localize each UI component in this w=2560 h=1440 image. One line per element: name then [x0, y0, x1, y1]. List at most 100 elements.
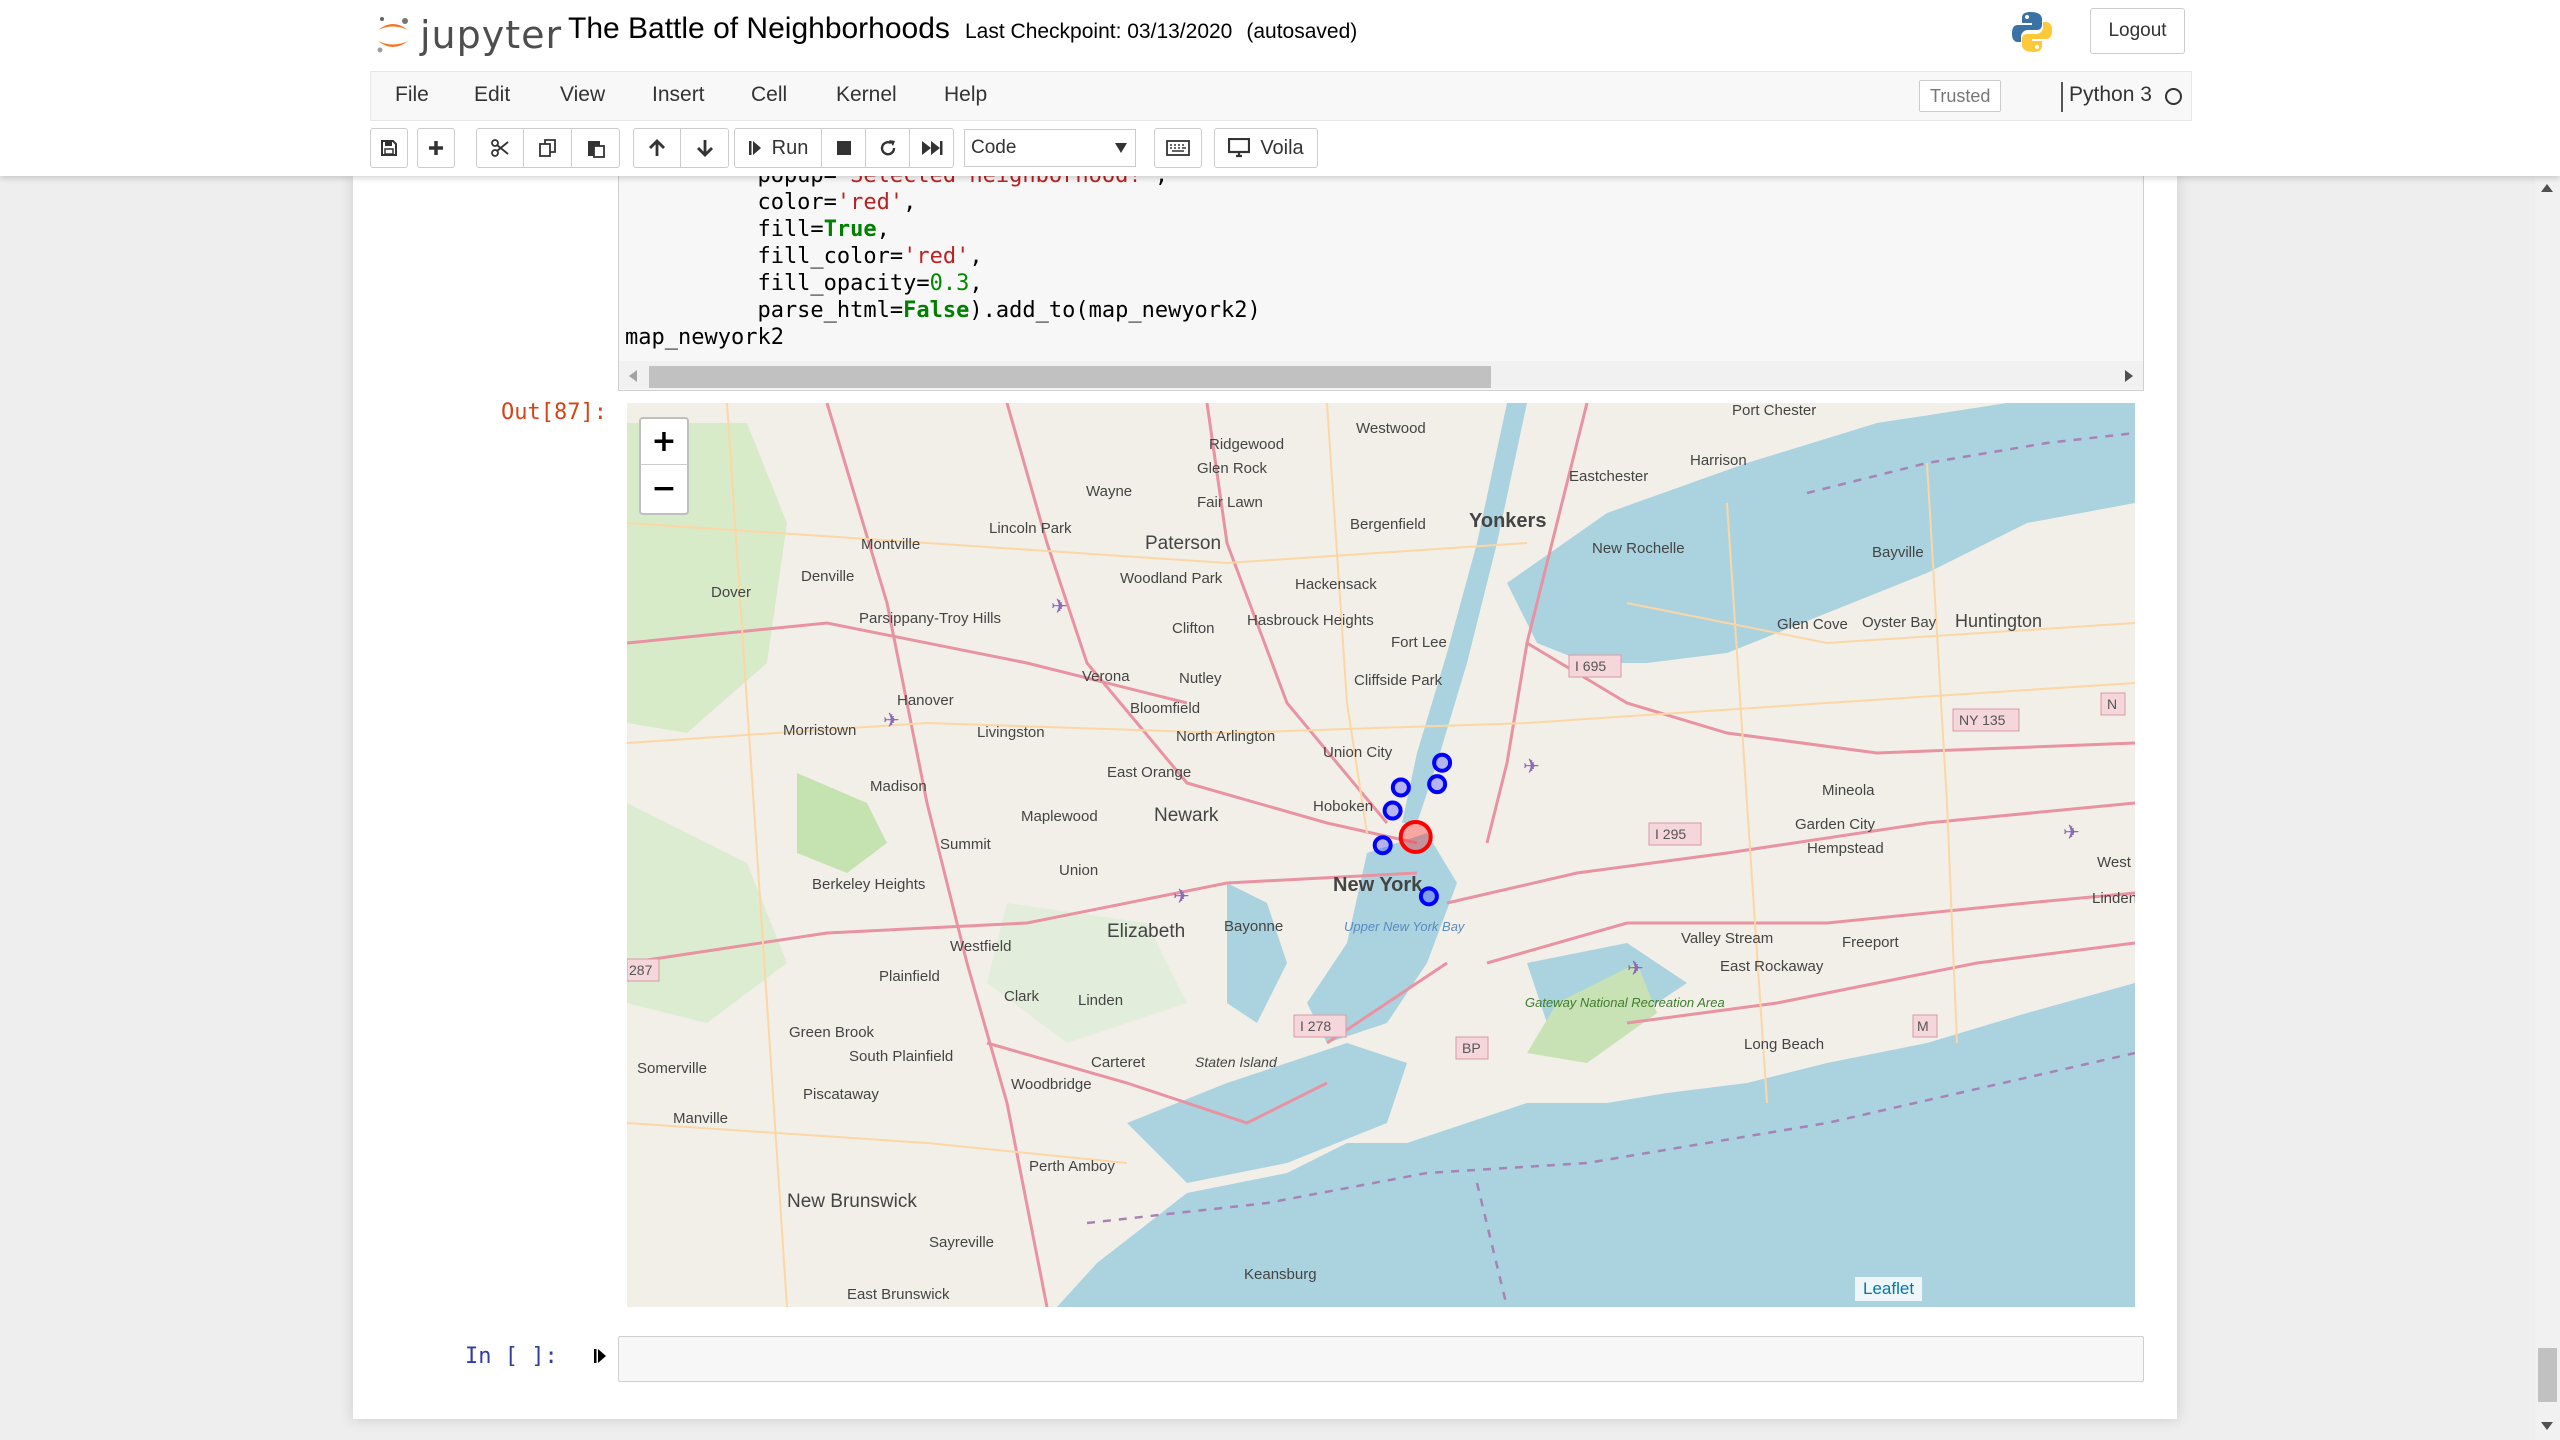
interrupt-button[interactable] — [822, 128, 866, 168]
save-button[interactable] — [370, 128, 408, 168]
shield-label: I 695 — [1575, 658, 1606, 674]
map-label: Berkeley Heights — [812, 876, 925, 893]
map-label: Hasbrouck Heights — [1247, 612, 1374, 629]
map-label: Dover — [711, 584, 751, 601]
scroll-down-icon[interactable] — [2541, 1422, 2553, 1430]
menu-insert[interactable]: Insert — [652, 83, 705, 107]
map-label: Bayville — [1872, 544, 1924, 561]
menu-file[interactable]: File — [395, 83, 429, 107]
voila-button[interactable]: Voila — [1214, 128, 1318, 168]
map-label: Port Chester — [1732, 403, 1816, 419]
shield-label: N — [2107, 696, 2117, 712]
empty-code-cell[interactable] — [618, 1336, 2144, 1382]
code-line: parse_html=False).add_to(map_newyork2) — [625, 298, 1261, 323]
map-label: Staten Island — [1195, 1054, 1278, 1070]
zoom-in-button[interactable]: + — [641, 419, 687, 465]
menu-view[interactable]: View — [560, 83, 605, 107]
chevron-down-icon — [1115, 143, 1127, 153]
code-horizontal-scrollbar[interactable] — [619, 361, 2143, 389]
logout-button[interactable]: Logout — [2090, 8, 2185, 54]
map-tiles[interactable]: Port Chester Westwood Ridgewood Glen Roc… — [627, 403, 2135, 1307]
trusted-indicator[interactable]: Trusted — [1919, 80, 2002, 112]
scroll-up-icon[interactable] — [2541, 184, 2553, 192]
fast-forward-icon — [921, 141, 942, 155]
menu-kernel[interactable]: Kernel — [836, 83, 897, 107]
map-label: Hackensack — [1295, 576, 1377, 593]
map-label: Hoboken — [1313, 798, 1373, 815]
notebook-header: jupyter The Battle of Neighborhoods Last… — [0, 0, 2560, 176]
map-label: Hempstead — [1807, 840, 1884, 857]
map-label: Perth Amboy — [1029, 1158, 1115, 1175]
menu-cell[interactable]: Cell — [751, 83, 787, 107]
map-label: Woodbridge — [1011, 1076, 1092, 1093]
menu-help[interactable]: Help — [944, 83, 987, 107]
checkpoint-status: Last Checkpoint: 03/13/2020 (autosaved) — [965, 20, 1357, 44]
paste-button[interactable] — [572, 128, 620, 168]
selected-neighborhood-marker[interactable] — [1398, 819, 1433, 854]
map-label: Wayne — [1086, 483, 1132, 500]
map-label: Green Brook — [789, 1024, 875, 1041]
neighborhood-marker[interactable] — [1372, 835, 1393, 856]
scrollbar-thumb[interactable] — [649, 366, 1491, 388]
save-icon — [381, 140, 397, 156]
copy-icon — [538, 139, 556, 157]
insert-cell-button[interactable] — [417, 128, 455, 168]
checkpoint-text: Last Checkpoint: 03/13/2020 — [965, 20, 1233, 43]
output-prompt: Out[87]: — [501, 400, 607, 425]
map-label: New Rochelle — [1592, 540, 1685, 557]
copy-button[interactable] — [524, 128, 572, 168]
shield-label: NY 135 — [1959, 712, 2006, 728]
run-cell-icon[interactable] — [593, 1346, 609, 1366]
leaflet-attribution-link[interactable]: Leaflet — [1855, 1277, 1923, 1301]
map-label: Ridgewood — [1209, 436, 1284, 453]
move-down-button[interactable] — [681, 128, 729, 168]
code-cell-input[interactable]: popup='Selected neighborhood!', color='r… — [618, 176, 2144, 391]
page-vertical-scrollbar[interactable] — [2535, 176, 2560, 1440]
restart-run-all-button[interactable] — [910, 128, 954, 168]
code-line: map_newyork2 — [625, 325, 784, 350]
scrollbar-thumb[interactable] — [2538, 1348, 2557, 1402]
folium-map[interactable]: Port Chester Westwood Ridgewood Glen Roc… — [627, 403, 2135, 1307]
command-palette-button[interactable] — [1154, 128, 1202, 168]
notebook-title[interactable]: The Battle of Neighborhoods — [568, 12, 950, 46]
code-editor[interactable]: popup='Selected neighborhood!', color='r… — [625, 176, 1261, 351]
map-label: Eastchester — [1569, 468, 1648, 485]
airport-icon: ✈ — [1173, 884, 1190, 908]
cut-button[interactable] — [476, 128, 524, 168]
cell-type-value: Code — [971, 137, 1017, 158]
python-logo-icon — [2012, 12, 2052, 52]
map-label: Maplewood — [1021, 808, 1098, 825]
map-label: Westwood — [1356, 420, 1426, 437]
map-label: Gateway National Recreation Area — [1525, 995, 1725, 1010]
map-label: Hanover — [897, 692, 954, 709]
run-label: Run — [771, 136, 809, 159]
map-label: East Brunswick — [847, 1286, 950, 1303]
neighborhood-marker[interactable] — [1427, 774, 1448, 795]
cell-type-select[interactable]: Code — [964, 129, 1136, 167]
map-label: Livingston — [977, 724, 1045, 741]
map-label: Morristown — [783, 722, 856, 739]
kernel-idle-icon — [2165, 88, 2182, 105]
menu-edit[interactable]: Edit — [474, 83, 510, 107]
map-label: Lindenh — [2092, 890, 2135, 907]
map-label: Huntington — [1955, 611, 2042, 631]
restart-button[interactable] — [866, 128, 910, 168]
map-label: Parsippany-Troy Hills — [859, 610, 1001, 627]
neighborhood-marker[interactable] — [1432, 752, 1453, 773]
map-label: Piscataway — [803, 1086, 879, 1103]
neighborhood-marker[interactable] — [1390, 777, 1411, 798]
scroll-left-icon[interactable] — [629, 370, 637, 382]
map-label: Westfield — [950, 938, 1011, 955]
map-label: Long Beach — [1744, 1036, 1824, 1053]
map-label: Newark — [1154, 805, 1219, 826]
keyboard-icon — [1166, 140, 1190, 156]
run-button[interactable]: Run — [734, 128, 822, 168]
neighborhood-marker[interactable] — [1382, 800, 1403, 821]
scroll-right-icon[interactable] — [2125, 370, 2133, 382]
zoom-out-button[interactable]: − — [641, 465, 687, 511]
neighborhood-marker[interactable] — [1418, 886, 1439, 907]
map-label: Plainfield — [879, 968, 940, 985]
jupyter-logo[interactable]: jupyter — [374, 10, 562, 60]
move-up-button[interactable] — [633, 128, 681, 168]
kernel-name[interactable]: Python 3 — [2069, 83, 2152, 107]
